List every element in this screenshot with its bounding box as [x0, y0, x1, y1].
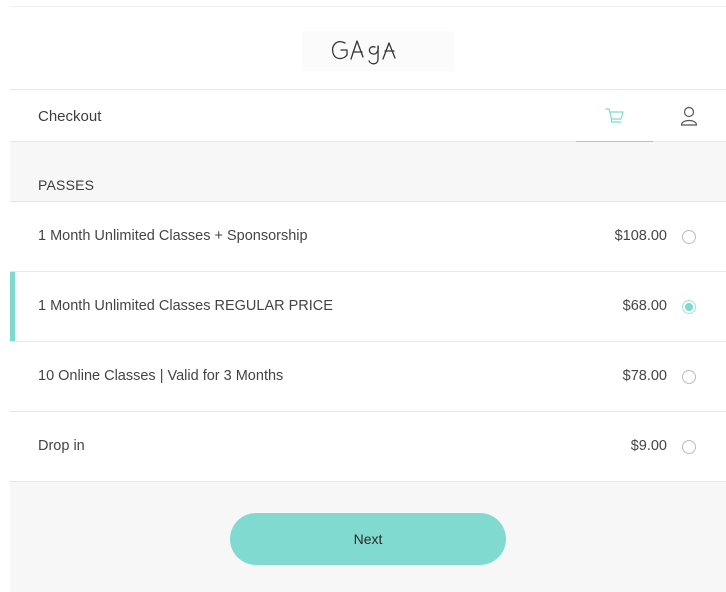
- selected-accent-bar: [10, 272, 15, 341]
- pass-label: Drop in: [38, 438, 85, 454]
- pass-label: 1 Month Unlimited Classes + Sponsorship: [38, 228, 308, 244]
- tab-account[interactable]: [674, 90, 704, 142]
- pass-option[interactable]: Drop in $9.00: [10, 412, 726, 482]
- pass-radio[interactable]: [682, 230, 696, 244]
- gaga-logo: [302, 31, 454, 71]
- tab-cart[interactable]: [576, 90, 653, 143]
- checkout-header: Checkout: [10, 89, 726, 143]
- cart-icon: [604, 107, 625, 125]
- passes-section-header: PASSES: [10, 142, 726, 202]
- pass-price: $68.00: [622, 298, 667, 314]
- pass-radio[interactable]: [682, 370, 696, 384]
- pass-radio-checked[interactable]: [682, 300, 696, 314]
- user-icon: [680, 106, 698, 126]
- checkout-page: Checkout PASSES 1 Month Unlimited Classe…: [0, 0, 726, 592]
- pass-option[interactable]: 10 Online Classes | Valid for 3 Months $…: [10, 342, 726, 412]
- pass-label: 1 Month Unlimited Classes REGULAR PRICE: [38, 298, 333, 314]
- pass-radio[interactable]: [682, 440, 696, 454]
- pass-option-selected[interactable]: 1 Month Unlimited Classes REGULAR PRICE …: [10, 272, 726, 342]
- pass-price: $108.00: [614, 228, 667, 244]
- logo-area: [10, 7, 726, 89]
- section-title: PASSES: [38, 177, 95, 193]
- pass-price: $9.00: [630, 438, 667, 454]
- pass-label: 10 Online Classes | Valid for 3 Months: [38, 368, 284, 384]
- footer: Next: [10, 482, 726, 592]
- gaga-logo-mark: [331, 40, 396, 65]
- pass-price: $78.00: [622, 368, 667, 384]
- next-button[interactable]: Next: [230, 513, 506, 565]
- passes-list: 1 Month Unlimited Classes + Sponsorship …: [10, 202, 726, 482]
- pass-option[interactable]: 1 Month Unlimited Classes + Sponsorship …: [10, 202, 726, 272]
- page-title: Checkout: [38, 108, 102, 125]
